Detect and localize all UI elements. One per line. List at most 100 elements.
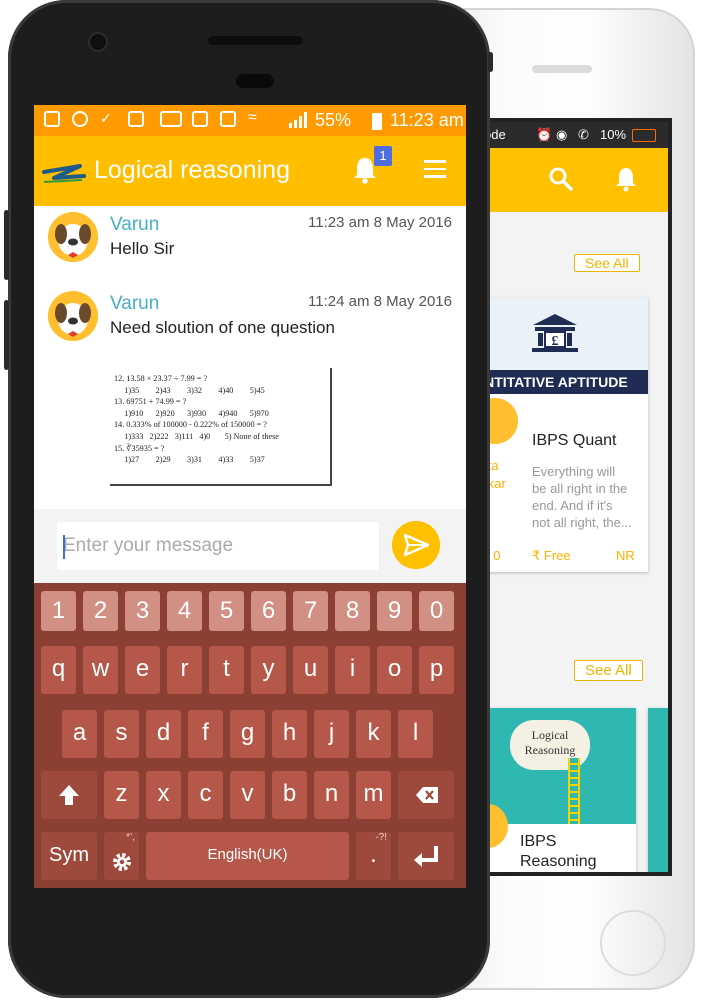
space-key[interactable]: English(UK): [146, 832, 349, 880]
key-5[interactable]: 5: [209, 591, 244, 631]
ladder-illustration: [568, 758, 580, 824]
symbols-key[interactable]: Sym: [41, 832, 97, 880]
quant-card-title: IBPS Quant: [532, 432, 617, 449]
key-z[interactable]: z: [104, 771, 139, 819]
earpiece: [236, 74, 274, 88]
status-bar: ✓ ≈ 55% 11:23 am: [34, 105, 466, 136]
reasoning-course-card[interactable]: Logical Reasoning IBPS Reasoning aya: [488, 708, 636, 876]
chat-screen: ✓ ≈ 55% 11:23 am Logical reasoning 1 Var…: [34, 105, 466, 888]
language-label: NR: [616, 548, 635, 563]
background-phone-screen: ode ⏰ ◉ ✆ 10% See All £ ANTITATIVE APTIT…: [470, 118, 672, 876]
soft-keyboard: 1 2 3 4 5 6 7 8 9 0 q w e r t y u i o p …: [34, 583, 466, 888]
quant-banner: £ ANTITATIVE APTITUDE: [470, 298, 648, 394]
key-6[interactable]: 6: [251, 591, 286, 631]
key-0[interactable]: 0: [419, 591, 454, 631]
key-r[interactable]: r: [167, 646, 202, 694]
next-course-card-partial[interactable]: [648, 708, 668, 872]
volume-button-lower: [4, 300, 9, 370]
shift-key[interactable]: [41, 771, 97, 819]
key-w[interactable]: w: [83, 646, 118, 694]
message-time: 11:24 am 8 May 2016: [308, 293, 452, 310]
battery-icon: [632, 129, 656, 142]
key-4[interactable]: 4: [167, 591, 202, 631]
check-icon: ✓: [100, 110, 112, 126]
rupee-icon: ₹: [532, 548, 541, 563]
avatar: [48, 212, 98, 262]
notification-icon: [44, 111, 60, 127]
key-i[interactable]: i: [335, 646, 370, 694]
message-icon: [160, 111, 182, 127]
key-d[interactable]: d: [146, 710, 181, 758]
key-x[interactable]: x: [146, 771, 181, 819]
backspace-icon: [416, 787, 438, 803]
alarm-icon: ⏰: [536, 127, 553, 142]
key-o[interactable]: o: [377, 646, 412, 694]
backspace-key[interactable]: [398, 771, 454, 819]
key-u[interactable]: u: [293, 646, 328, 694]
search-icon[interactable]: [548, 166, 574, 192]
key-q[interactable]: q: [41, 646, 76, 694]
price-label: ₹ Free: [532, 548, 571, 563]
shift-arrow-icon: [59, 785, 79, 805]
key-a[interactable]: a: [62, 710, 97, 758]
key-t[interactable]: t: [209, 646, 244, 694]
key-g[interactable]: g: [230, 710, 265, 758]
author-name-fragment: aya: [490, 868, 511, 876]
background-status-bar: ode ⏰ ◉ ✆ 10%: [470, 122, 668, 148]
key-c[interactable]: c: [188, 771, 223, 819]
key-3[interactable]: 3: [125, 591, 160, 631]
key-m[interactable]: m: [356, 771, 391, 819]
bell-icon[interactable]: [614, 166, 638, 192]
message-text: Hello Sir: [110, 239, 175, 258]
key-9[interactable]: 9: [377, 591, 412, 631]
message-text: Need sloution of one question: [110, 318, 335, 337]
side-button: [488, 52, 493, 72]
key-7[interactable]: 7: [293, 591, 328, 631]
sender-name: Varun: [110, 214, 160, 235]
front-camera: [88, 32, 108, 52]
see-all-button-bottom[interactable]: See All: [574, 660, 643, 681]
key-l[interactable]: l: [398, 710, 433, 758]
image-attachment[interactable]: 12. 13.58 × 23.37 ÷ 7.99 = ? 1)35 2)43 3…: [110, 368, 332, 486]
message-input[interactable]: [57, 522, 379, 570]
settings-key[interactable]: *’,: [104, 832, 139, 880]
key-e[interactable]: e: [125, 646, 160, 694]
key-k[interactable]: k: [356, 710, 391, 758]
signal-icon: [289, 112, 307, 128]
quant-banner-title: ANTITATIVE APTITUDE: [470, 370, 648, 394]
white-phone-speaker: [532, 65, 592, 73]
key-j[interactable]: j: [314, 710, 349, 758]
background-app-bar: [470, 148, 668, 212]
key-p[interactable]: p: [419, 646, 454, 694]
key-2[interactable]: 2: [83, 591, 118, 631]
quant-course-card[interactable]: £ ANTITATIVE APTITUDE IBPS Quant hitta a…: [470, 298, 648, 572]
battery-percent: 55%: [315, 110, 352, 130]
key-n[interactable]: n: [314, 771, 349, 819]
app-bar: Logical reasoning 1: [34, 136, 466, 206]
sender-name: Varun: [110, 293, 160, 314]
app-logo[interactable]: [40, 158, 86, 186]
key-b[interactable]: b: [272, 771, 307, 819]
top-speaker: [208, 36, 303, 45]
hamburger-menu-icon[interactable]: [424, 160, 446, 183]
key-h[interactable]: h: [272, 710, 307, 758]
eye-icon: ◉: [556, 127, 568, 142]
enter-key[interactable]: [398, 832, 454, 880]
period-key[interactable]: -?! .: [356, 832, 391, 880]
status-time: 11:23 am: [390, 110, 464, 130]
key-y[interactable]: y: [251, 646, 286, 694]
reasoning-card-title: IBPS Reasoning: [520, 833, 597, 870]
battery-icon: [372, 113, 382, 130]
message-time: 11:23 am 8 May 2016: [308, 214, 452, 231]
key-f[interactable]: f: [188, 710, 223, 758]
phone-icon: ✆: [578, 127, 589, 142]
key-s[interactable]: s: [104, 710, 139, 758]
enter-return-icon: [414, 846, 438, 867]
send-button[interactable]: [392, 521, 440, 569]
gear-icon: [113, 853, 131, 871]
key-v[interactable]: v: [230, 771, 265, 819]
see-all-button-top[interactable]: See All: [574, 254, 640, 272]
key-1[interactable]: 1: [41, 591, 76, 631]
key-8[interactable]: 8: [335, 591, 370, 631]
bank-icon: £: [532, 314, 578, 352]
